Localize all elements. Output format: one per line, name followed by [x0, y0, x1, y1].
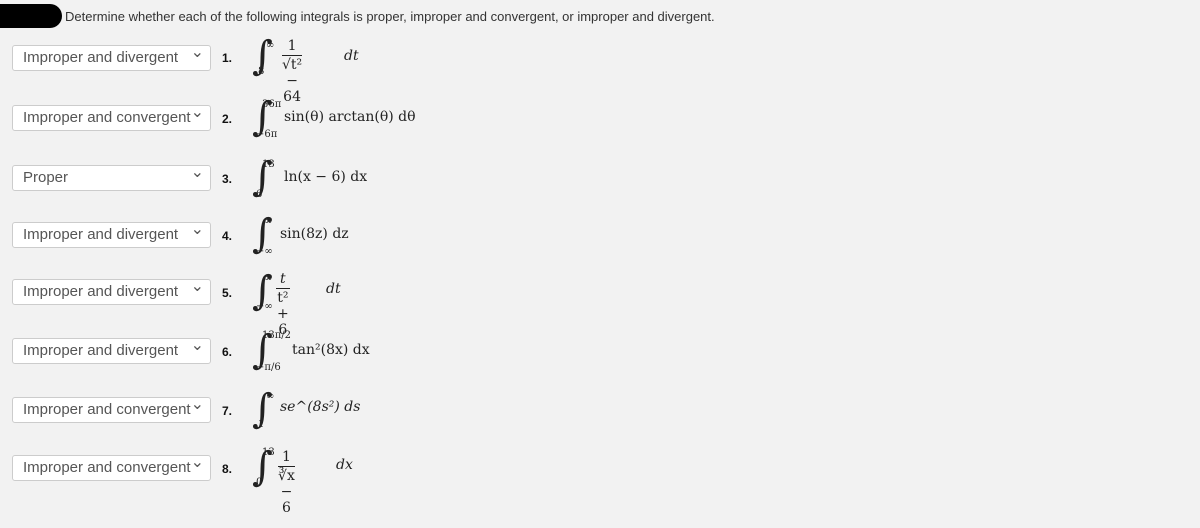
fraction: 1 ∛x − 6 — [278, 449, 295, 516]
answer-select-5[interactable]: Improper and divergent ⌄ — [12, 278, 211, 305]
question-row-4: Improper and divergent ⌄ 4. ∫ ∞ −∞ sin(8… — [0, 214, 1200, 282]
upper-limit: ∞ — [264, 273, 273, 284]
selected-value: Improper and divergent — [23, 226, 179, 243]
answer-select-7[interactable]: Improper and convergent ⌄ — [12, 396, 211, 423]
lower-limit: −∞ — [256, 301, 273, 312]
question-number: 2. — [222, 112, 233, 126]
redacted-region — [0, 4, 62, 28]
question-number: 7. — [222, 404, 233, 418]
chevron-down-icon: ⌄ — [190, 44, 204, 61]
question-row-1: Improper and divergent ⌄ 1. ∫ ∞ 8 1 √t² … — [0, 36, 1200, 105]
selected-value: Proper — [23, 169, 69, 186]
lower-limit: −6π — [256, 129, 278, 140]
fraction: t t² + 6 — [276, 271, 290, 338]
question-row-8: Improper and convergent ⌄ 8. ∫ 13 0 1 ∛x… — [0, 447, 1200, 516]
differential: dx — [336, 457, 353, 473]
upper-limit: 36π — [262, 99, 282, 110]
lower-limit: 0 — [256, 477, 263, 488]
upper-limit: 13π/2 — [262, 330, 292, 341]
upper-limit: ∞ — [266, 391, 275, 402]
integrand: se^(8s²) ds — [280, 399, 361, 415]
integrand: tan²(8x) dx — [292, 342, 370, 358]
differential: dt — [326, 281, 341, 297]
question-row-7: Improper and convergent ⌄ 7. ∫ ∞ 1 se^(8… — [0, 389, 1200, 457]
denominator: √t² − 64 — [282, 57, 303, 105]
lower-limit: 1 — [258, 419, 265, 430]
question-number: 5. — [222, 286, 233, 300]
chevron-down-icon: ⌄ — [190, 221, 204, 238]
upper-limit: 13 — [262, 447, 275, 458]
lower-limit: −π/6 — [256, 362, 281, 373]
integrand: ln(x − 6) dx — [284, 169, 368, 185]
answer-select-1[interactable]: Improper and divergent ⌄ — [12, 44, 211, 71]
chevron-down-icon: ⌄ — [190, 454, 204, 471]
chevron-down-icon: ⌄ — [190, 337, 204, 354]
integrand: sin(8z) dz — [280, 226, 349, 242]
answer-select-8[interactable]: Improper and convergent ⌄ — [12, 454, 211, 481]
question-row-3: Proper ⌄ 3. ∫ 13 6 ln(x − 6) dx — [0, 157, 1200, 225]
numerator: 1 — [278, 449, 295, 467]
numerator: 1 — [282, 38, 303, 56]
question-number: 6. — [222, 345, 233, 359]
answer-select-3[interactable]: Proper ⌄ — [12, 164, 211, 191]
numerator: t — [276, 271, 290, 289]
answer-select-4[interactable]: Improper and divergent ⌄ — [12, 221, 211, 248]
selected-value: Improper and divergent — [23, 49, 179, 66]
chevron-down-icon: ⌄ — [190, 104, 204, 121]
selected-value: Improper and divergent — [23, 283, 179, 300]
upper-limit: ∞ — [264, 216, 273, 227]
question-row-6: Improper and divergent ⌄ 6. ∫ 13π/2 −π/6… — [0, 330, 1200, 398]
denominator: ∛x − 6 — [278, 468, 295, 516]
chevron-down-icon: ⌄ — [190, 164, 204, 181]
chevron-down-icon: ⌄ — [190, 278, 204, 295]
question-number: 8. — [222, 462, 233, 476]
upper-limit: ∞ — [266, 40, 275, 51]
question-number: 4. — [222, 229, 233, 243]
selected-value: Improper and divergent — [23, 342, 179, 359]
answer-select-6[interactable]: Improper and divergent ⌄ — [12, 337, 211, 364]
selected-value: Improper and convergent — [23, 459, 191, 476]
chevron-down-icon: ⌄ — [190, 396, 204, 413]
differential: dt — [344, 48, 359, 64]
integrand: sin(θ) arctan(θ) dθ — [284, 109, 416, 125]
selected-value: Improper and convergent — [23, 109, 191, 126]
lower-limit: 8 — [258, 66, 265, 77]
selected-value: Improper and convergent — [23, 401, 191, 418]
question-number: 3. — [222, 172, 233, 186]
fraction: 1 √t² − 64 — [282, 38, 303, 105]
question-row-2: Improper and convergent ⌄ 2. ∫ 36π −6π s… — [0, 97, 1200, 165]
question-number: 1. — [222, 51, 233, 65]
lower-limit: 6 — [256, 189, 263, 200]
question-row-5: Improper and divergent ⌄ 5. ∫ ∞ −∞ t t² … — [0, 271, 1200, 339]
lower-limit: −∞ — [256, 246, 273, 257]
answer-select-2[interactable]: Improper and convergent ⌄ — [12, 104, 211, 131]
instructions-text: Determine whether each of the following … — [65, 9, 715, 24]
upper-limit: 13 — [262, 159, 275, 170]
